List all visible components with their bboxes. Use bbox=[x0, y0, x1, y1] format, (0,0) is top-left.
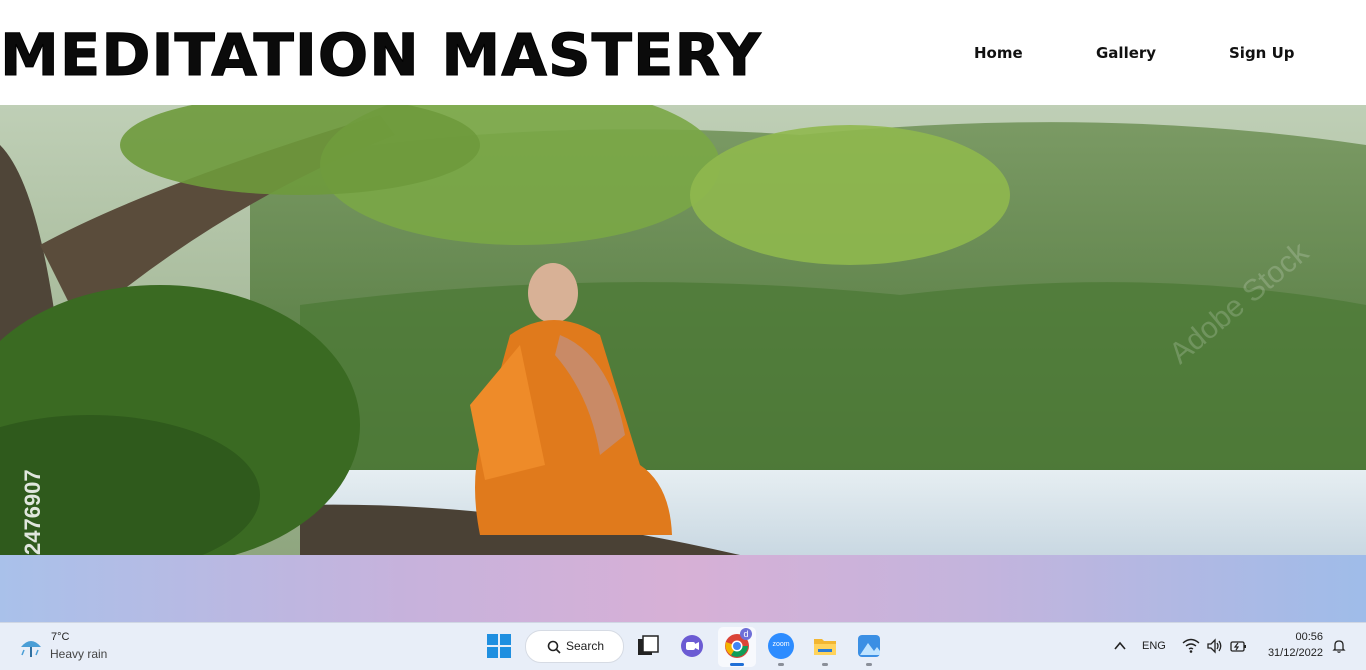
nav-signup-link[interactable]: Sign Up bbox=[1229, 44, 1295, 62]
battery-charging-icon[interactable] bbox=[1230, 638, 1248, 654]
taskbar: 7°C Heavy rain Search d zoom ENG 00:56 3… bbox=[0, 622, 1366, 670]
taskbar-search[interactable]: Search bbox=[525, 630, 624, 663]
photos-running-indicator bbox=[866, 663, 872, 666]
notification-bell-icon[interactable] bbox=[1331, 638, 1347, 654]
clock[interactable]: 00:56 31/12/2022 bbox=[1258, 629, 1328, 665]
active-indicator bbox=[730, 663, 744, 666]
photos-icon[interactable] bbox=[856, 633, 882, 659]
wifi-icon[interactable] bbox=[1182, 638, 1200, 654]
site-title: MEDITATION MASTERY bbox=[0, 21, 762, 90]
site-header: MEDITATION MASTERY Home Gallery Sign Up bbox=[0, 4, 1366, 105]
chrome-profile-badge: d bbox=[740, 628, 752, 640]
clock-time: 00:56 bbox=[1295, 631, 1323, 643]
nav-home-link[interactable]: Home bbox=[974, 44, 1023, 62]
gradient-band bbox=[0, 555, 1366, 622]
language-indicator[interactable]: ENG bbox=[1142, 640, 1166, 652]
nav-gallery-link[interactable]: Gallery bbox=[1096, 44, 1156, 62]
hero-image: 2476907 Adobe Stock bbox=[0, 105, 1366, 555]
windows-start-icon[interactable] bbox=[486, 633, 512, 659]
watermark-number: 2476907 bbox=[20, 469, 45, 555]
explorer-running-indicator bbox=[822, 663, 828, 666]
search-icon bbox=[547, 640, 561, 654]
file-explorer-icon[interactable] bbox=[812, 633, 838, 659]
rain-umbrella-icon bbox=[21, 641, 41, 657]
search-label: Search bbox=[566, 639, 605, 653]
clock-date: 31/12/2022 bbox=[1267, 647, 1323, 659]
chevron-up-icon[interactable] bbox=[1113, 639, 1127, 653]
zoom-running-indicator bbox=[778, 663, 784, 666]
zoom-taskbar-button[interactable]: zoom bbox=[768, 633, 794, 659]
weather-widget[interactable]: 7°C Heavy rain bbox=[14, 629, 124, 665]
chat-icon[interactable] bbox=[679, 633, 705, 659]
zoom-icon-label: zoom bbox=[772, 641, 790, 648]
weather-temp: 7°C bbox=[51, 631, 70, 643]
volume-icon[interactable] bbox=[1206, 638, 1224, 654]
task-view-icon[interactable] bbox=[635, 633, 661, 659]
hero-scene: 2476907 Adobe Stock bbox=[0, 105, 1366, 555]
weather-desc: Heavy rain bbox=[50, 647, 108, 661]
chrome-taskbar-button[interactable]: d bbox=[718, 627, 756, 667]
